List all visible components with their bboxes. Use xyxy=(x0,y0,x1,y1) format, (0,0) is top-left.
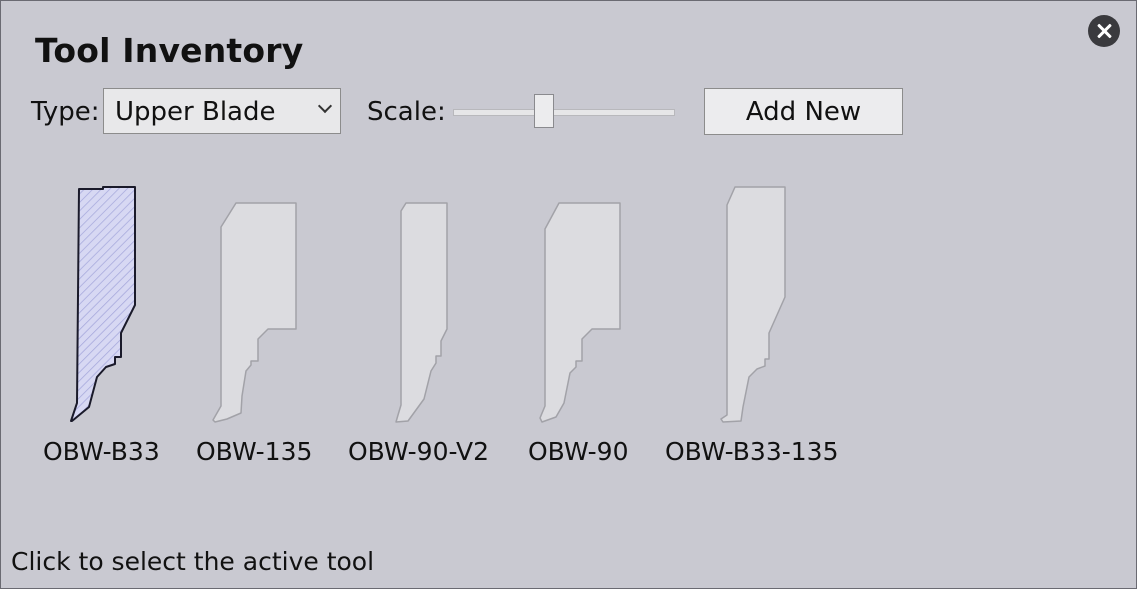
add-new-button[interactable]: Add New xyxy=(704,88,903,135)
window-title: Tool Inventory xyxy=(35,31,304,70)
chevron-down-icon xyxy=(317,98,333,114)
tool-inventory-window: Tool Inventory Type: Upper Blade Scale: … xyxy=(0,0,1137,589)
add-new-button-label: Add New xyxy=(745,97,862,127)
type-select[interactable]: Upper Blade xyxy=(103,88,341,134)
scale-slider-track xyxy=(453,109,675,116)
status-text: Click to select the active tool xyxy=(11,547,375,576)
tool-name: OBW-90-V2 xyxy=(348,437,490,466)
tool-item-obw-135[interactable]: OBW-135 xyxy=(191,181,321,471)
tool-name: OBW-135 xyxy=(196,437,313,466)
type-select-value: Upper Blade xyxy=(115,97,276,127)
tool-name: OBW-90 xyxy=(528,437,629,466)
close-icon[interactable] xyxy=(1088,15,1120,47)
scale-slider-thumb[interactable] xyxy=(534,94,554,128)
blade-profile-icon xyxy=(70,186,136,422)
scale-label: Scale: xyxy=(367,97,446,127)
tool-name: OBW-B33 xyxy=(43,437,160,466)
tool-item-obw-90[interactable]: OBW-90 xyxy=(526,181,646,471)
blade-profile-icon xyxy=(395,202,448,423)
scale-slider[interactable] xyxy=(453,93,675,131)
tool-item-obw-90-v2[interactable]: OBW-90-V2 xyxy=(346,181,501,471)
blade-profile-icon xyxy=(539,202,621,423)
tool-name: OBW-B33-135 xyxy=(665,437,839,466)
type-label: Type: xyxy=(31,97,100,127)
blade-profile-icon xyxy=(212,202,297,423)
tool-item-obw-b33[interactable]: OBW-B33 xyxy=(41,181,166,471)
blade-profile-icon xyxy=(720,186,786,423)
tool-item-obw-b33-135[interactable]: OBW-B33-135 xyxy=(661,181,851,471)
